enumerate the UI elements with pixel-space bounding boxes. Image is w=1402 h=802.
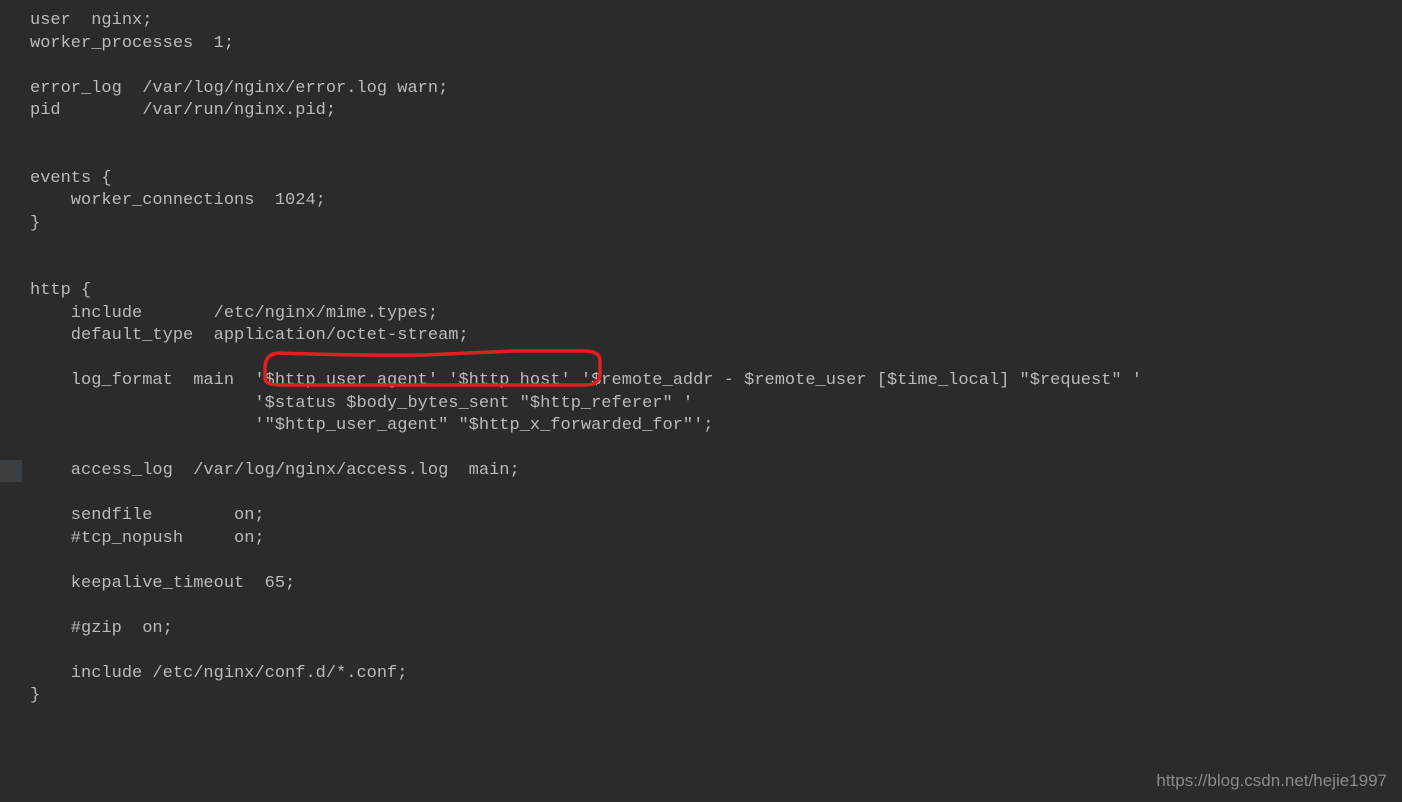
code-line[interactable] [30, 483, 1402, 506]
code-line[interactable]: keepalive_timeout 65; [30, 573, 1402, 596]
code-line[interactable]: access_log /var/log/nginx/access.log mai… [30, 460, 1402, 483]
code-line[interactable]: sendfile on; [30, 505, 1402, 528]
code-line[interactable]: '"$http_user_agent" "$http_x_forwarded_f… [30, 415, 1402, 438]
code-line[interactable] [30, 123, 1402, 146]
code-line[interactable]: } [30, 685, 1402, 708]
code-line[interactable]: log_format main '$http_user_agent' '$htt… [30, 370, 1402, 393]
code-line[interactable]: include /etc/nginx/mime.types; [30, 303, 1402, 326]
code-line[interactable]: } [30, 213, 1402, 236]
code-line[interactable]: http { [30, 280, 1402, 303]
code-line[interactable]: '$status $body_bytes_sent "$http_referer… [30, 393, 1402, 416]
code-line[interactable] [30, 348, 1402, 371]
code-line[interactable] [30, 145, 1402, 168]
code-line[interactable] [30, 55, 1402, 78]
code-line[interactable]: user nginx; [30, 10, 1402, 33]
code-line[interactable] [30, 235, 1402, 258]
code-line[interactable]: include /etc/nginx/conf.d/*.conf; [30, 663, 1402, 686]
gutter-highlight [0, 460, 22, 482]
code-editor[interactable]: user nginx; worker_processes 1; error_lo… [0, 0, 1402, 802]
code-line[interactable] [30, 640, 1402, 663]
code-line[interactable]: events { [30, 168, 1402, 191]
code-line[interactable] [30, 258, 1402, 281]
watermark-text: https://blog.csdn.net/hejie1997 [1156, 770, 1387, 793]
code-line[interactable] [30, 595, 1402, 618]
code-line[interactable]: #gzip on; [30, 618, 1402, 641]
code-line[interactable] [30, 550, 1402, 573]
code-line[interactable]: #tcp_nopush on; [30, 528, 1402, 551]
code-line[interactable]: worker_processes 1; [30, 33, 1402, 56]
code-content-area[interactable]: user nginx; worker_processes 1; error_lo… [30, 0, 1402, 802]
code-line[interactable]: default_type application/octet-stream; [30, 325, 1402, 348]
line-number-gutter [0, 0, 30, 802]
code-line[interactable]: worker_connections 1024; [30, 190, 1402, 213]
code-line[interactable] [30, 438, 1402, 461]
code-line[interactable]: pid /var/run/nginx.pid; [30, 100, 1402, 123]
code-line[interactable]: error_log /var/log/nginx/error.log warn; [30, 78, 1402, 101]
